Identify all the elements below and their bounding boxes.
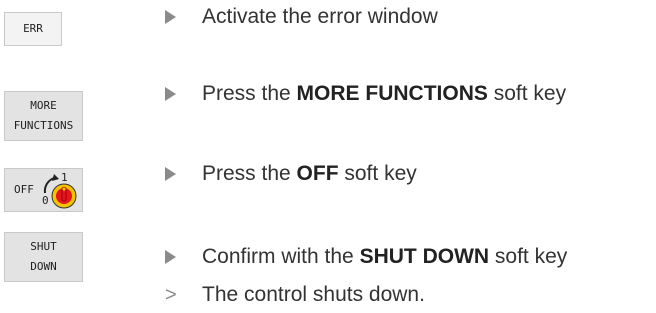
dial-top-label: 1: [61, 171, 68, 184]
more-functions-line2: FUNCTIONS: [13, 119, 74, 132]
main-switch-icon: 1 0: [42, 171, 77, 209]
step-4-post: soft key: [489, 245, 568, 268]
dial-bottom-label: 0: [42, 194, 49, 207]
step-arrow-icon: [165, 250, 176, 264]
step-2-post: soft key: [487, 82, 567, 105]
more-functions-line1: MORE: [30, 99, 57, 112]
err-key-label: ERR: [23, 22, 43, 35]
step-4-pre: Confirm with the: [202, 245, 360, 268]
step-arrow-icon: [165, 87, 176, 101]
step-3-pre: Press the: [202, 162, 297, 185]
step-arrow-icon: [165, 167, 176, 181]
result-marker: >: [165, 283, 177, 306]
step-2: Press the MORE FUNCTIONS soft key: [165, 82, 566, 106]
step-3-post: soft key: [338, 162, 417, 185]
step-arrow-icon: [165, 10, 176, 24]
off-soft-key[interactable]: OFF 1 0: [4, 168, 83, 212]
step-4-key-name: SHUT DOWN: [359, 245, 490, 268]
err-key[interactable]: ERR: [4, 12, 62, 46]
result-line: > The control shuts down.: [165, 283, 425, 307]
off-key-label: OFF: [14, 183, 34, 196]
shut-down-line2: DOWN: [30, 260, 57, 273]
step-3-key-name: OFF: [296, 162, 339, 185]
result-text: The control shuts down.: [202, 283, 425, 306]
step-2-pre: Press the: [202, 82, 297, 105]
shut-down-line1: SHUT: [30, 240, 57, 253]
step-3: Press the OFF soft key: [165, 162, 417, 186]
step-1: Activate the error window: [165, 5, 438, 29]
shutdown-instructions: ERR MORE FUNCTIONS OFF 1 0 SHUT DOWN Act…: [0, 0, 656, 313]
step-4: Confirm with the SHUT DOWN soft key: [165, 245, 567, 269]
more-functions-soft-key[interactable]: MORE FUNCTIONS: [4, 91, 83, 141]
shut-down-soft-key[interactable]: SHUT DOWN: [4, 232, 83, 282]
step-2-key-name: MORE FUNCTIONS: [296, 82, 488, 105]
step-1-text: Activate the error window: [202, 5, 438, 28]
